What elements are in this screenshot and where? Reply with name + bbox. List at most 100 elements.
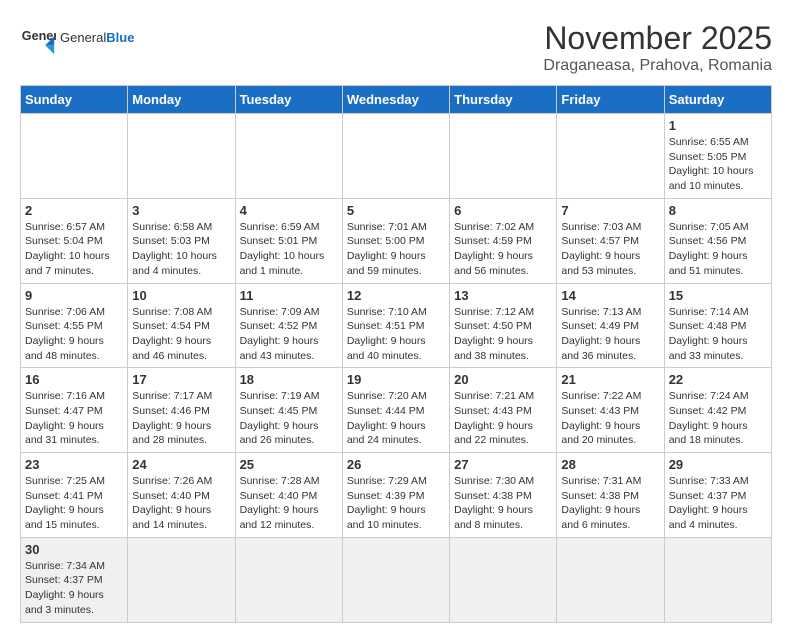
day-number: 17 <box>132 372 230 387</box>
day-info: Sunrise: 7:17 AM Sunset: 4:46 PM Dayligh… <box>132 389 230 448</box>
month-title: November 2025 <box>543 20 772 57</box>
calendar-cell: 7Sunrise: 7:03 AM Sunset: 4:57 PM Daylig… <box>557 198 664 283</box>
day-number: 14 <box>561 288 659 303</box>
header-monday: Monday <box>128 86 235 114</box>
calendar-cell: 9 Sunrise: 7:06 AM Sunset: 4:55 PM Daylig… <box>21 283 128 368</box>
calendar-cell: 22 Sunrise: 7:24 AM Sunset: 4:42 PM Dayli… <box>664 368 771 453</box>
day-info: Sunrise: 7:13 AM Sunset: 4:49 PM Dayligh… <box>561 305 659 364</box>
calendar-cell: 16Sunrise: 7:16 AM Sunset: 4:47 PM Dayli… <box>21 368 128 453</box>
calendar-cell: 2Sunrise: 6:57 AM Sunset: 5:04 PM Daylig… <box>21 198 128 283</box>
calendar-cell: 29 Sunrise: 7:33 AM Sunset: 4:37 PM Dayli… <box>664 453 771 538</box>
day-number: 29 <box>669 457 767 472</box>
day-number: 27 <box>454 457 552 472</box>
calendar-cell: 10 Sunrise: 7:08 AM Sunset: 4:54 PM Dayli… <box>128 283 235 368</box>
day-number: 2 <box>25 203 123 218</box>
header-tuesday: Tuesday <box>235 86 342 114</box>
calendar-cell <box>450 537 557 622</box>
calendar-table: Sunday Monday Tuesday Wednesday Thursday… <box>20 85 772 623</box>
day-number: 24 <box>132 457 230 472</box>
day-info: Sunrise: 7:22 AM Sunset: 4:43 PM Dayligh… <box>561 389 659 448</box>
day-info: Sunrise: 7:05 AM Sunset: 4:56 PM Dayligh… <box>669 220 767 279</box>
calendar-cell: 8 Sunrise: 7:05 AM Sunset: 4:56 PM Daylig… <box>664 198 771 283</box>
calendar-cell: 13Sunrise: 7:12 AM Sunset: 4:50 PM Dayli… <box>450 283 557 368</box>
day-number: 30 <box>25 542 123 557</box>
day-number: 6 <box>454 203 552 218</box>
day-number: 21 <box>561 372 659 387</box>
calendar-cell: 24 Sunrise: 7:26 AM Sunset: 4:40 PM Dayli… <box>128 453 235 538</box>
calendar-cell: 15Sunrise: 7:14 AM Sunset: 4:48 PM Dayli… <box>664 283 771 368</box>
header-sunday: Sunday <box>21 86 128 114</box>
calendar-cell <box>342 537 449 622</box>
calendar-cell: 3 Sunrise: 6:58 AM Sunset: 5:03 PM Daylig… <box>128 198 235 283</box>
calendar-cell <box>235 537 342 622</box>
header-thursday: Thursday <box>450 86 557 114</box>
day-number: 26 <box>347 457 445 472</box>
day-info: Sunrise: 7:19 AM Sunset: 4:45 PM Dayligh… <box>240 389 338 448</box>
calendar-cell <box>21 114 128 199</box>
day-number: 25 <box>240 457 338 472</box>
day-number: 13 <box>454 288 552 303</box>
day-number: 20 <box>454 372 552 387</box>
day-info: Sunrise: 7:14 AM Sunset: 4:48 PM Dayligh… <box>669 305 767 364</box>
logo: General GeneralBlue <box>20 20 134 56</box>
day-info: Sunrise: 7:30 AM Sunset: 4:38 PM Dayligh… <box>454 474 552 533</box>
day-info: Sunrise: 6:55 AM Sunset: 5:05 PM Dayligh… <box>669 135 767 194</box>
calendar-week-row: 16Sunrise: 7:16 AM Sunset: 4:47 PM Dayli… <box>21 368 772 453</box>
calendar-cell: 21 Sunrise: 7:22 AM Sunset: 4:43 PM Dayli… <box>557 368 664 453</box>
calendar-cell: 6 Sunrise: 7:02 AM Sunset: 4:59 PM Daylig… <box>450 198 557 283</box>
calendar-cell: 27 Sunrise: 7:30 AM Sunset: 4:38 PM Dayli… <box>450 453 557 538</box>
calendar-cell <box>557 114 664 199</box>
day-number: 11 <box>240 288 338 303</box>
calendar-cell: 5Sunrise: 7:01 AM Sunset: 5:00 PM Daylig… <box>342 198 449 283</box>
calendar-cell <box>128 537 235 622</box>
day-number: 12 <box>347 288 445 303</box>
day-number: 18 <box>240 372 338 387</box>
calendar-cell: 25 Sunrise: 7:28 AM Sunset: 4:40 PM Dayli… <box>235 453 342 538</box>
day-info: Sunrise: 7:28 AM Sunset: 4:40 PM Dayligh… <box>240 474 338 533</box>
calendar-week-row: 9 Sunrise: 7:06 AM Sunset: 4:55 PM Daylig… <box>21 283 772 368</box>
calendar-cell: 23Sunrise: 7:25 AM Sunset: 4:41 PM Dayli… <box>21 453 128 538</box>
day-number: 28 <box>561 457 659 472</box>
header-saturday: Saturday <box>664 86 771 114</box>
day-number: 8 <box>669 203 767 218</box>
day-info: Sunrise: 7:34 AM Sunset: 4:37 PM Dayligh… <box>25 559 123 618</box>
calendar-cell: 1Sunrise: 6:55 AM Sunset: 5:05 PM Daylig… <box>664 114 771 199</box>
day-info: Sunrise: 7:31 AM Sunset: 4:38 PM Dayligh… <box>561 474 659 533</box>
calendar-cell <box>342 114 449 199</box>
day-info: Sunrise: 7:26 AM Sunset: 4:40 PM Dayligh… <box>132 474 230 533</box>
day-info: Sunrise: 7:08 AM Sunset: 4:54 PM Dayligh… <box>132 305 230 364</box>
calendar-cell: 30 Sunrise: 7:34 AM Sunset: 4:37 PM Dayli… <box>21 537 128 622</box>
day-info: Sunrise: 6:58 AM Sunset: 5:03 PM Dayligh… <box>132 220 230 279</box>
day-number: 22 <box>669 372 767 387</box>
calendar-cell <box>450 114 557 199</box>
day-info: Sunrise: 7:20 AM Sunset: 4:44 PM Dayligh… <box>347 389 445 448</box>
calendar-cell: 11Sunrise: 7:09 AM Sunset: 4:52 PM Dayli… <box>235 283 342 368</box>
day-info: Sunrise: 7:06 AM Sunset: 4:55 PM Dayligh… <box>25 305 123 364</box>
day-info: Sunrise: 7:33 AM Sunset: 4:37 PM Dayligh… <box>669 474 767 533</box>
header-wednesday: Wednesday <box>342 86 449 114</box>
day-info: Sunrise: 6:59 AM Sunset: 5:01 PM Dayligh… <box>240 220 338 279</box>
header-friday: Friday <box>557 86 664 114</box>
calendar-cell: 28 Sunrise: 7:31 AM Sunset: 4:38 PM Dayli… <box>557 453 664 538</box>
day-number: 16 <box>25 372 123 387</box>
calendar-cell: 14 Sunrise: 7:13 AM Sunset: 4:49 PM Dayli… <box>557 283 664 368</box>
day-info: Sunrise: 7:10 AM Sunset: 4:51 PM Dayligh… <box>347 305 445 364</box>
calendar-cell: 19Sunrise: 7:20 AM Sunset: 4:44 PM Dayli… <box>342 368 449 453</box>
day-number: 3 <box>132 203 230 218</box>
day-info: Sunrise: 7:03 AM Sunset: 4:57 PM Dayligh… <box>561 220 659 279</box>
day-info: Sunrise: 7:24 AM Sunset: 4:42 PM Dayligh… <box>669 389 767 448</box>
calendar-week-row: 1Sunrise: 6:55 AM Sunset: 5:05 PM Daylig… <box>21 114 772 199</box>
day-info: Sunrise: 7:29 AM Sunset: 4:39 PM Dayligh… <box>347 474 445 533</box>
day-number: 10 <box>132 288 230 303</box>
calendar-cell: 18 Sunrise: 7:19 AM Sunset: 4:45 PM Dayli… <box>235 368 342 453</box>
logo-blue: Blue <box>106 30 134 45</box>
page-header: General GeneralBlue November 2025 Dragan… <box>20 20 772 75</box>
day-number: 9 <box>25 288 123 303</box>
calendar-week-row: 30 Sunrise: 7:34 AM Sunset: 4:37 PM Dayli… <box>21 537 772 622</box>
calendar-cell: 12 Sunrise: 7:10 AM Sunset: 4:51 PM Dayli… <box>342 283 449 368</box>
calendar-cell <box>235 114 342 199</box>
calendar-cell: 26 Sunrise: 7:29 AM Sunset: 4:39 PM Dayli… <box>342 453 449 538</box>
calendar-cell <box>557 537 664 622</box>
day-info: Sunrise: 7:02 AM Sunset: 4:59 PM Dayligh… <box>454 220 552 279</box>
calendar-week-row: 23Sunrise: 7:25 AM Sunset: 4:41 PM Dayli… <box>21 453 772 538</box>
